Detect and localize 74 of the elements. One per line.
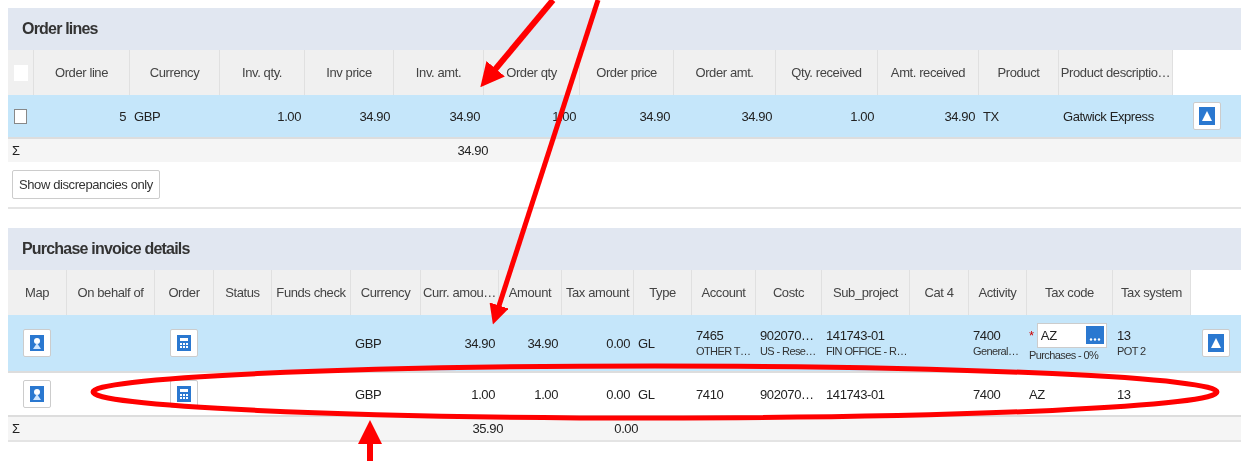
column-header[interactable]: Order amt.: [695, 65, 754, 80]
sum-symbol: Σ: [12, 421, 20, 436]
cell-subtext: Purchases - 0%: [1029, 348, 1100, 363]
map-button[interactable]: [23, 329, 51, 357]
table-cell-text: 141743-01: [826, 327, 886, 344]
column-header[interactable]: Product: [997, 65, 1040, 80]
total-cell: 0.00: [614, 421, 638, 436]
map-button[interactable]: [23, 380, 51, 408]
table-cell-text: AZ: [1029, 385, 1046, 403]
table-cell: 0.00: [606, 334, 630, 352]
table-cell: 1.00: [277, 107, 301, 125]
total-cell: 35.90: [472, 421, 503, 436]
column-header[interactable]: Inv price: [326, 65, 372, 80]
table-cell-text: 7400: [973, 327, 1002, 344]
total-cell: 34.90: [457, 143, 488, 158]
cell-subtext: General…: [973, 344, 1020, 359]
person-icon: [30, 335, 44, 351]
table-cell-text: 902070…: [760, 385, 815, 403]
sum-symbol: Σ: [12, 143, 20, 158]
show-discrepancies-button[interactable]: Show discrepancies only: [12, 170, 160, 199]
table-cell: 34.90: [449, 107, 480, 125]
table-cell: 1.00: [471, 385, 495, 403]
column-header[interactable]: Costc: [772, 285, 805, 300]
column-header[interactable]: Tax code: [1045, 285, 1094, 300]
table-cell: 0.00: [606, 385, 630, 403]
column-header[interactable]: Inv. qty.: [242, 65, 282, 80]
column-header[interactable]: Order: [168, 285, 200, 300]
table-cell-text: GL: [638, 385, 656, 403]
table-cell-text: 13: [1117, 327, 1132, 344]
table-cell: 34.90: [527, 334, 558, 352]
triangle-button[interactable]: [1202, 329, 1230, 357]
table-cell: 34.90: [359, 107, 390, 125]
column-header[interactable]: Currency: [149, 65, 200, 80]
cell-subtext: POT 2: [1117, 344, 1147, 359]
table-cell-text: 902070…: [760, 327, 815, 344]
table-cell: 34.90: [741, 107, 772, 125]
column-header[interactable]: Map: [24, 285, 50, 300]
table-cell-text: GBP: [355, 385, 383, 403]
table-cell-text: 141743-01: [826, 385, 886, 403]
person-icon: [30, 386, 44, 402]
column-header[interactable]: Inv. amt.: [415, 65, 462, 80]
table-cell: 34.90: [464, 334, 495, 352]
table-cell-text: 7465: [696, 327, 725, 344]
table-cell-text: 13: [1117, 385, 1132, 403]
calculator-icon: [177, 335, 191, 351]
dots-icon: [1088, 338, 1101, 341]
calculator-button[interactable]: [170, 329, 198, 357]
table-cell-text: GBP: [134, 107, 162, 125]
required-asterisk: *: [1029, 328, 1034, 343]
table-cell: 5: [119, 107, 126, 125]
column-header[interactable]: Type: [649, 285, 676, 300]
table-cell-text: 7410: [696, 385, 725, 403]
table-cell-text: GBP: [355, 334, 383, 352]
column-header[interactable]: Cat 4: [924, 285, 954, 300]
table-cell: 1.00: [850, 107, 874, 125]
triangle-button[interactable]: [1193, 102, 1221, 130]
cell-subtext: FIN OFFICE - R…: [826, 344, 906, 359]
table-cell: 1.00: [534, 385, 558, 403]
table-cell: 34.90: [944, 107, 975, 125]
table-cell-text: Gatwick Express: [1063, 107, 1155, 125]
column-header[interactable]: Order line: [54, 65, 109, 80]
table-row[interactable]: GBP 34.90 34.90 0.00 GL 7465 OTHER T… 902070… US - Rese… 141743-01 FIN OFFICE - R… 7400 General… * AZ Purchases - 0% 13 POT 2: [8, 315, 1241, 373]
annotation-arrow: [358, 420, 382, 461]
table-cell: 34.90: [639, 107, 670, 125]
column-header[interactable]: Order qty: [506, 65, 557, 80]
panel-title: Order lines: [22, 20, 98, 38]
table-cell-text: TX: [983, 107, 1000, 125]
table-cell-text: GL: [638, 334, 656, 352]
row-checkbox[interactable]: [14, 108, 27, 124]
cell-subtext: OTHER T…: [696, 344, 752, 359]
panel-title: Purchase invoice details: [22, 240, 190, 258]
table-cell-text: 7400: [973, 385, 1002, 403]
cell-subtext: US - Rese…: [760, 344, 817, 359]
calculator-icon: [177, 386, 191, 402]
